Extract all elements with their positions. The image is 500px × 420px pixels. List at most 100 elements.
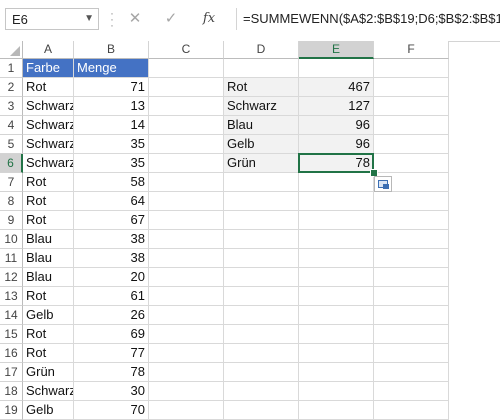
cell-f1[interactable] (374, 59, 449, 78)
cell-b19[interactable]: 70 (74, 401, 149, 420)
cell-f4[interactable] (374, 116, 449, 135)
cell-e18[interactable] (299, 382, 374, 401)
cell-e13[interactable] (299, 287, 374, 306)
cell-c6[interactable] (149, 154, 224, 173)
cell-c19[interactable] (149, 401, 224, 420)
cell-f14[interactable] (374, 306, 449, 325)
cell-c2[interactable] (149, 78, 224, 97)
cell-e9[interactable] (299, 211, 374, 230)
row-header-7[interactable]: 7 (0, 173, 23, 192)
cell-b15[interactable]: 69 (74, 325, 149, 344)
cell-a13[interactable]: Rot (23, 287, 74, 306)
cell-d1[interactable] (224, 59, 299, 78)
row-header-19[interactable]: 19 (0, 401, 23, 420)
cell-a5[interactable]: Schwarz (23, 135, 74, 154)
cell-b12[interactable]: 20 (74, 268, 149, 287)
cell-b6[interactable]: 35 (74, 154, 149, 173)
cell-c12[interactable] (149, 268, 224, 287)
cell-f12[interactable] (374, 268, 449, 287)
cell-b2[interactable]: 71 (74, 78, 149, 97)
cell-a17[interactable]: Grün (23, 363, 74, 382)
cell-b3[interactable]: 13 (74, 97, 149, 116)
cell-f19[interactable] (374, 401, 449, 420)
cell-a1[interactable]: Farbe (23, 59, 74, 78)
cell-d3[interactable]: Schwarz (224, 97, 299, 116)
cell-c1[interactable] (149, 59, 224, 78)
cell-f2[interactable] (374, 78, 449, 97)
cell-c16[interactable] (149, 344, 224, 363)
cell-a4[interactable]: Schwarz (23, 116, 74, 135)
cell-e1[interactable] (299, 59, 374, 78)
cell-c17[interactable] (149, 363, 224, 382)
cell-e16[interactable] (299, 344, 374, 363)
cell-b5[interactable]: 35 (74, 135, 149, 154)
cell-e17[interactable] (299, 363, 374, 382)
cell-e14[interactable] (299, 306, 374, 325)
cell-c15[interactable] (149, 325, 224, 344)
formula-input[interactable]: =SUMMEWENN($A$2:$B$19;D6;$B$2:$B$19) (236, 8, 500, 30)
cell-e4[interactable]: 96 (299, 116, 374, 135)
cell-c11[interactable] (149, 249, 224, 268)
cell-a16[interactable]: Rot (23, 344, 74, 363)
cell-e8[interactable] (299, 192, 374, 211)
cell-e10[interactable] (299, 230, 374, 249)
cell-b8[interactable]: 64 (74, 192, 149, 211)
cell-e15[interactable] (299, 325, 374, 344)
insert-function-button[interactable]: fx (196, 8, 222, 30)
name-box-dropdown-icon[interactable]: ▼ (84, 13, 94, 24)
row-header-16[interactable]: 16 (0, 344, 23, 363)
row-header-15[interactable]: 15 (0, 325, 23, 344)
row-header-8[interactable]: 8 (0, 192, 23, 211)
cell-d16[interactable] (224, 344, 299, 363)
cell-e7[interactable] (299, 173, 374, 192)
cell-e3[interactable]: 127 (299, 97, 374, 116)
row-header-10[interactable]: 10 (0, 230, 23, 249)
cell-f17[interactable] (374, 363, 449, 382)
cell-a15[interactable]: Rot (23, 325, 74, 344)
row-header-17[interactable]: 17 (0, 363, 23, 382)
cell-d14[interactable] (224, 306, 299, 325)
cell-f11[interactable] (374, 249, 449, 268)
column-header-b[interactable]: B (74, 41, 149, 59)
cell-b9[interactable]: 67 (74, 211, 149, 230)
cell-f10[interactable] (374, 230, 449, 249)
cell-b18[interactable]: 30 (74, 382, 149, 401)
cell-c7[interactable] (149, 173, 224, 192)
cell-d7[interactable] (224, 173, 299, 192)
cell-f15[interactable] (374, 325, 449, 344)
cell-c13[interactable] (149, 287, 224, 306)
cell-a19[interactable]: Gelb (23, 401, 74, 420)
cell-f3[interactable] (374, 97, 449, 116)
row-header-18[interactable]: 18 (0, 382, 23, 401)
cell-f5[interactable] (374, 135, 449, 154)
cell-d11[interactable] (224, 249, 299, 268)
cell-a10[interactable]: Blau (23, 230, 74, 249)
cell-f6[interactable] (374, 154, 449, 173)
cell-b16[interactable]: 77 (74, 344, 149, 363)
cell-b4[interactable]: 14 (74, 116, 149, 135)
row-header-6[interactable]: 6 (0, 154, 23, 173)
row-header-5[interactable]: 5 (0, 135, 23, 154)
cell-c10[interactable] (149, 230, 224, 249)
cell-f8[interactable] (374, 192, 449, 211)
cell-e11[interactable] (299, 249, 374, 268)
cell-d8[interactable] (224, 192, 299, 211)
row-header-9[interactable]: 9 (0, 211, 23, 230)
cell-d12[interactable] (224, 268, 299, 287)
row-header-13[interactable]: 13 (0, 287, 23, 306)
cell-a9[interactable]: Rot (23, 211, 74, 230)
quick-analysis-icon[interactable] (374, 176, 392, 192)
cell-b17[interactable]: 78 (74, 363, 149, 382)
cell-b10[interactable]: 38 (74, 230, 149, 249)
cell-d6[interactable]: Grün (224, 154, 299, 173)
row-header-4[interactable]: 4 (0, 116, 23, 135)
cell-e2[interactable]: 467 (299, 78, 374, 97)
cell-a7[interactable]: Rot (23, 173, 74, 192)
cell-d9[interactable] (224, 211, 299, 230)
cell-b14[interactable]: 26 (74, 306, 149, 325)
row-header-1[interactable]: 1 (0, 59, 23, 78)
cell-c18[interactable] (149, 382, 224, 401)
cell-f9[interactable] (374, 211, 449, 230)
cell-a3[interactable]: Schwarz (23, 97, 74, 116)
cell-d2[interactable]: Rot (224, 78, 299, 97)
